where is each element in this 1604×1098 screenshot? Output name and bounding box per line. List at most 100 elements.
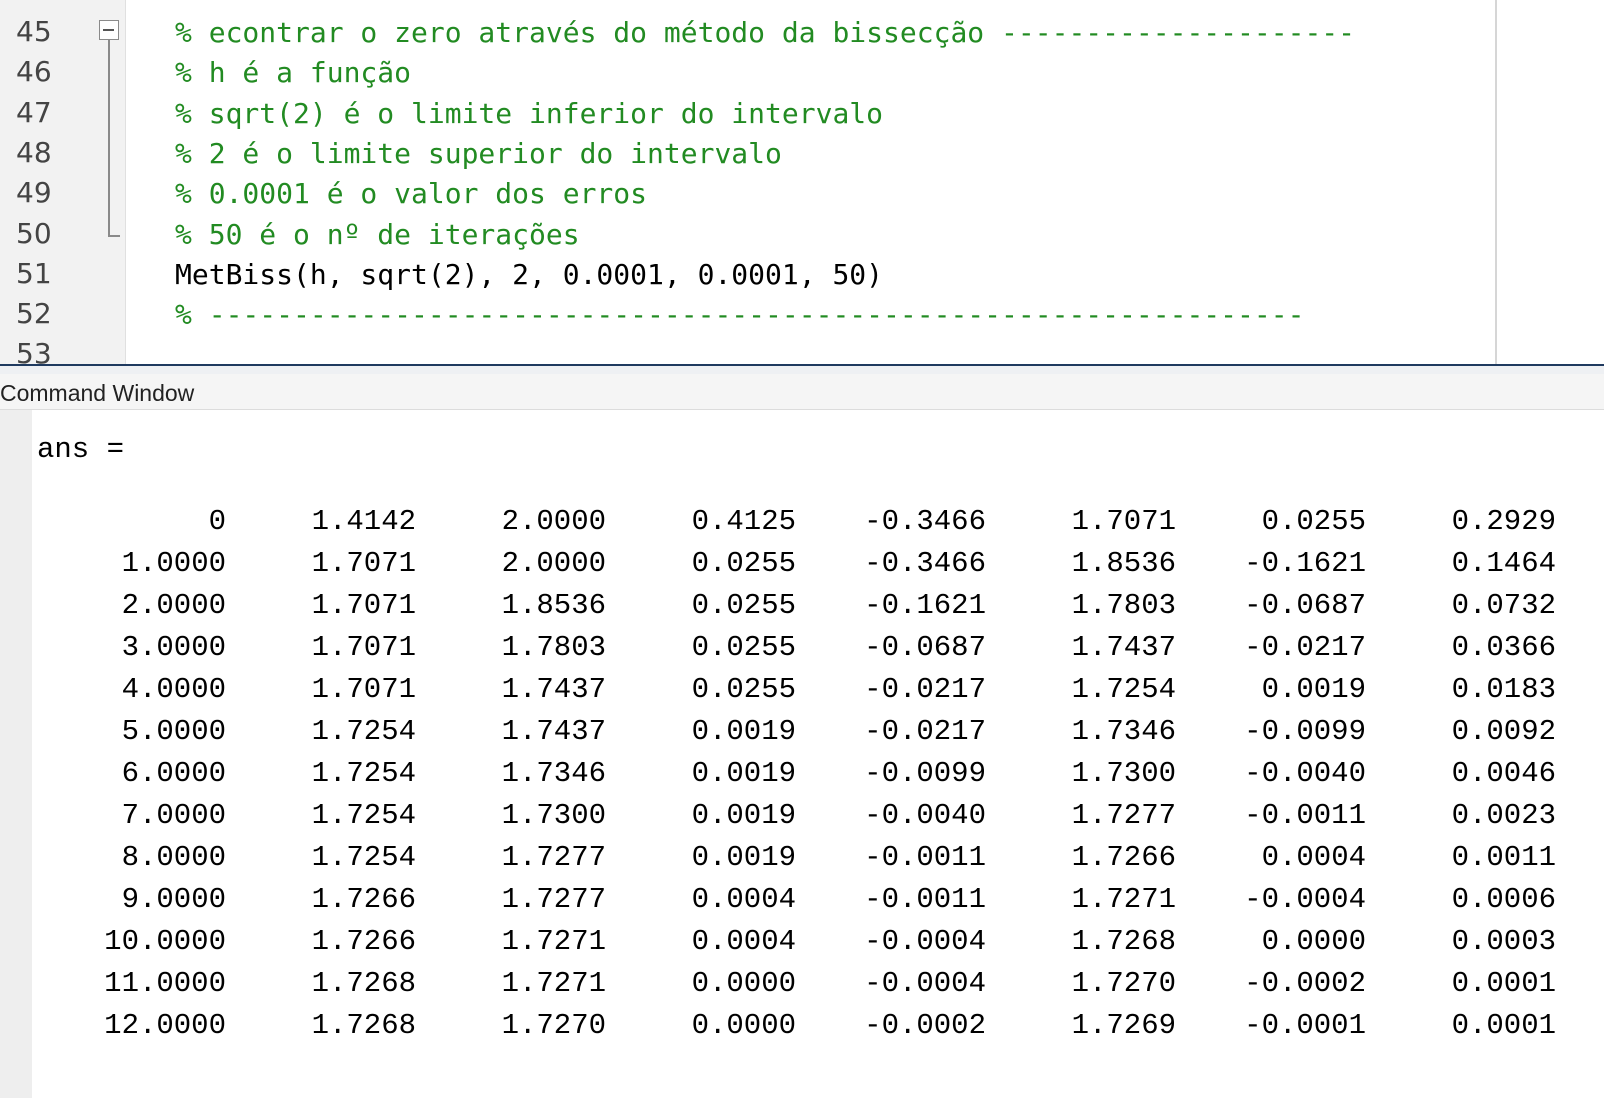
matrix-cell: 1.7269 — [1071, 1009, 1176, 1042]
matrix-cell: 0.0366 — [1451, 631, 1556, 664]
editor-line[interactable]: 49 % 0.0001 é o valor dos erros — [0, 172, 1490, 213]
editor-line[interactable]: 53 — [0, 333, 1490, 364]
matrix-cell: 1.0000 — [121, 547, 226, 580]
matrix-cell: 0.0255 — [691, 673, 796, 706]
matrix-cell: 1.7254 — [311, 757, 416, 790]
matrix-cell: 1.7071 — [311, 673, 416, 706]
matrix-cell: 1.7437 — [501, 715, 606, 748]
matrix-cell: -0.1621 — [864, 589, 986, 622]
editor-line[interactable]: 46 % h é a função — [0, 51, 1490, 92]
matrix-cell: 0.0092 — [1451, 715, 1556, 748]
matrix-cell: 1.7254 — [311, 715, 416, 748]
matrix-cell: 0.0004 — [691, 925, 796, 958]
command-window-header[interactable]: Command Window — [0, 374, 1604, 410]
matrix-cell: 0.0001 — [1451, 1009, 1556, 1042]
line-number: 52 — [16, 297, 52, 331]
matrix-cell: 0.0255 — [691, 547, 796, 580]
matrix-cell: 1.7071 — [311, 631, 416, 664]
matrix-cell: 1.7346 — [501, 757, 606, 790]
code-comment: % 50 é o nº de iterações — [175, 217, 580, 251]
matrix-cell: 1.7268 — [1071, 925, 1176, 958]
matrix-cell: 1.7254 — [1071, 673, 1176, 706]
editor-line[interactable]: 47 % sqrt(2) é o limite inferior do inter… — [0, 92, 1490, 133]
code-comment: % --------------------------------------… — [175, 298, 1305, 332]
ans-label: ans = — [37, 433, 125, 466]
code-comment: % 2 é o limite superior do intervalo — [175, 136, 782, 170]
editor-line[interactable]: 45 % econtrar o zero através do método da… — [0, 11, 1490, 52]
matrix-cell: 0.0004 — [1261, 841, 1366, 874]
matrix-cell: -0.0099 — [864, 757, 986, 790]
matrix-cell: 0.0019 — [691, 757, 796, 790]
matrix-cell: 1.7254 — [311, 799, 416, 832]
matrix-cell: 1.7268 — [311, 1009, 416, 1042]
matrix-cell: 0.0023 — [1451, 799, 1556, 832]
matrix-cell: -0.3466 — [864, 547, 986, 580]
panel-splitter-handle[interactable] — [0, 366, 1604, 374]
matrix-cell: 0.0011 — [1451, 841, 1556, 874]
matrix-cell: 8.0000 — [121, 841, 226, 874]
matrix-cell: 4.0000 — [121, 673, 226, 706]
matrix-cell: 0.0004 — [691, 883, 796, 916]
matrix-cell: 1.4142 — [311, 505, 416, 538]
command-window-title: Command Window — [0, 380, 195, 406]
matrix-cell: 1.7437 — [501, 673, 606, 706]
matrix-cell: -0.0011 — [864, 841, 986, 874]
matrix-cell: 1.7071 — [311, 589, 416, 622]
code-comment: % h é a função — [175, 56, 412, 90]
matrix-cell: 1.7254 — [311, 841, 416, 874]
matrix-cell: 1.7266 — [311, 925, 416, 958]
matrix-cell: -0.0217 — [1244, 631, 1366, 664]
matrix-cell: 1.7803 — [1071, 589, 1176, 622]
matrix-cell: 0.2929 — [1451, 505, 1556, 538]
matrix-cell: 1.7270 — [1071, 967, 1176, 1000]
line-number: 51 — [16, 256, 52, 290]
matrix-cell: 7.0000 — [121, 799, 226, 832]
matrix-cell: 5.0000 — [121, 715, 226, 748]
matrix-cell: 2.0000 — [121, 589, 226, 622]
matrix-cell: 9.0000 — [121, 883, 226, 916]
matrix-cell: 0.0001 — [1451, 967, 1556, 1000]
line-number: 45 — [16, 15, 52, 48]
matrix-cell: 0.0000 — [1261, 925, 1366, 958]
matrix-cell: 1.7270 — [501, 1009, 606, 1042]
matrix-cell: -0.0687 — [1244, 589, 1366, 622]
line-number: 50 — [16, 216, 52, 250]
matrix-cell: 1.7300 — [1071, 757, 1176, 790]
matrix-cell: -0.0040 — [864, 799, 986, 832]
matrix-cell: 0.4125 — [691, 505, 796, 538]
code-comment: % 0.0001 é o valor dos erros — [175, 177, 648, 211]
matrix-cell: 1.7271 — [501, 967, 606, 1000]
editor-line[interactable]: 52 % ------------------------------------… — [0, 293, 1490, 334]
matrix-cell: 2.0000 — [501, 505, 606, 538]
matrix-cell: 0 — [208, 505, 226, 538]
matrix-cell: -0.0687 — [864, 631, 986, 664]
matrix-cell: 10.0000 — [104, 925, 226, 958]
matrix-cell: -0.0011 — [864, 883, 986, 916]
matrix-cell: 0.0183 — [1451, 673, 1556, 706]
line-number: 48 — [16, 135, 52, 169]
editor-line[interactable]: 48 % 2 é o limite superior do intervalo — [0, 132, 1490, 173]
matrix-cell: 1.7803 — [501, 631, 606, 664]
matrix-cell: 1.7277 — [1071, 799, 1176, 832]
matrix-cell: -0.0004 — [1244, 883, 1366, 916]
matrix-cell: -0.0004 — [864, 967, 986, 1000]
matrix-cell: -0.1621 — [1244, 547, 1366, 580]
matrix-cell: 0.0046 — [1451, 757, 1556, 790]
matrix-cell: -0.0002 — [1244, 967, 1366, 1000]
matrix-cell: 0.0000 — [691, 1009, 796, 1042]
matrix-cell: -0.0011 — [1244, 799, 1366, 832]
matrix-cell: 0.0003 — [1451, 925, 1556, 958]
matrix-cell: 1.7266 — [311, 883, 416, 916]
code-editor[interactable]: 45 % econtrar o zero através do método da… — [0, 0, 1604, 364]
matrix-cell: 3.0000 — [121, 631, 226, 664]
editor-line[interactable]: 50 % 50 é o nº de iterações — [0, 213, 1490, 254]
matrix-cell: 1.7271 — [501, 925, 606, 958]
matrix-cell: -0.0217 — [864, 715, 986, 748]
matrix-cell: 12.0000 — [104, 1009, 226, 1042]
editor-line[interactable]: 51 MetBiss(h, sqrt(2), 2, 0.0001, 0.0001,… — [0, 253, 1490, 294]
matrix-cell: -0.0004 — [864, 925, 986, 958]
matrix-cell: 1.7437 — [1071, 631, 1176, 664]
matrix-cell: 1.8536 — [1071, 547, 1176, 580]
matrix-cell: -0.0217 — [864, 673, 986, 706]
matrix-cell: 0.0019 — [691, 841, 796, 874]
